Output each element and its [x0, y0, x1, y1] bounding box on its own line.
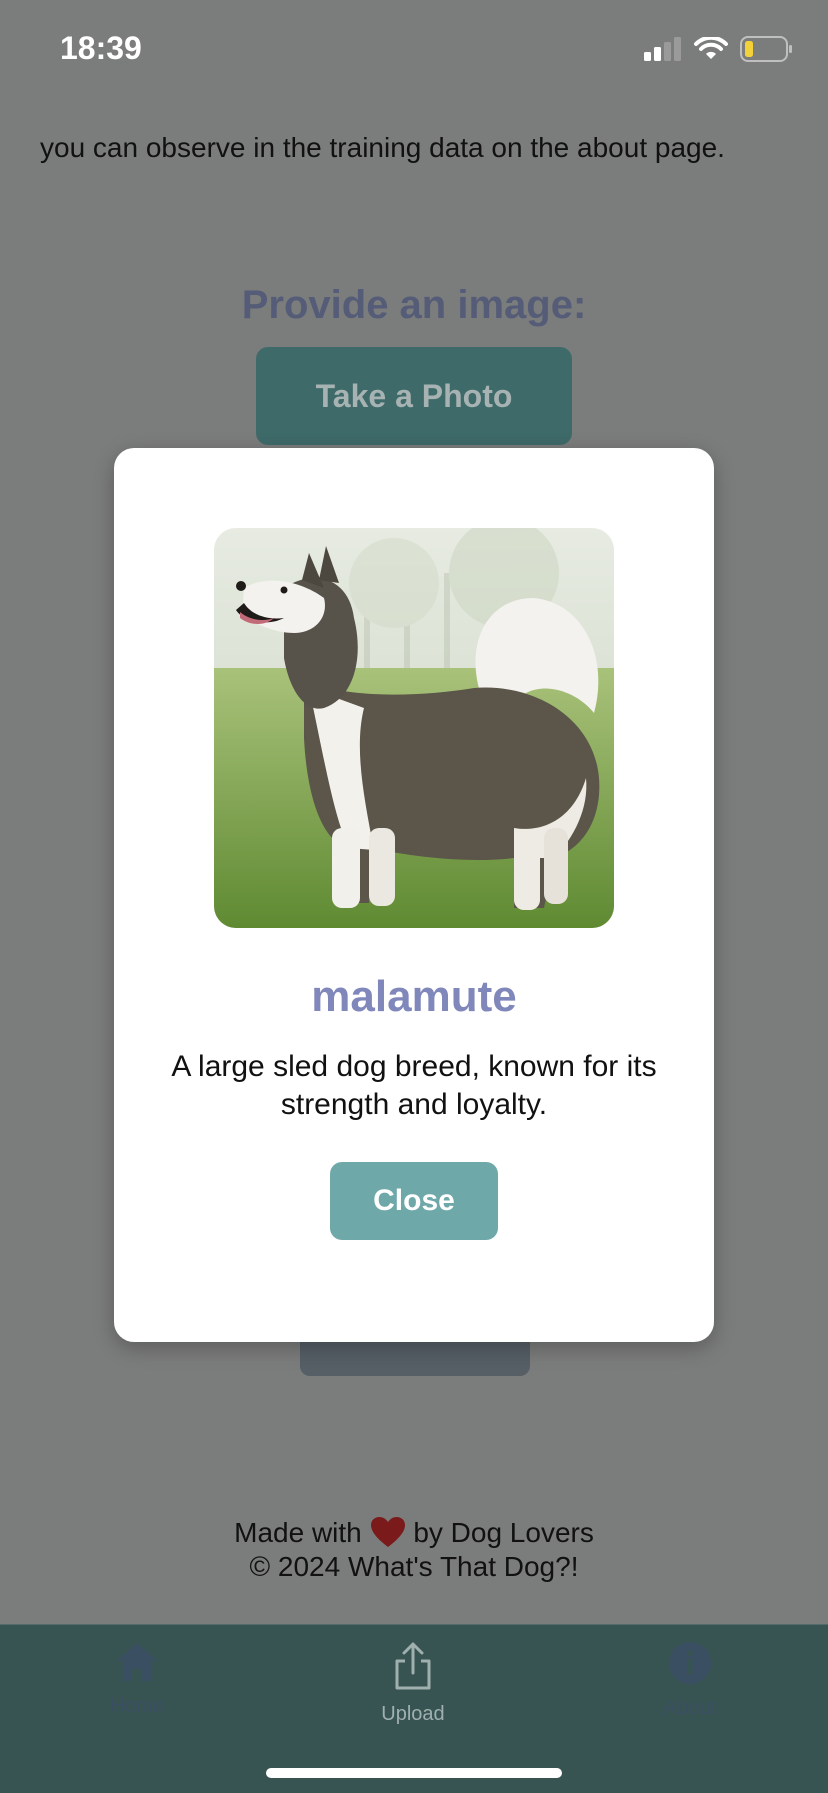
footer-made-with: Made with by Dog Lovers [0, 1516, 828, 1550]
tab-home[interactable]: Home [67, 1641, 207, 1718]
tab-about-label: About [663, 1697, 717, 1719]
battery-icon [740, 36, 792, 62]
result-modal: malamute A large sled dog breed, known f… [114, 448, 714, 1342]
tab-home-label: Home [110, 1695, 164, 1717]
footer: Made with by Dog Lovers © 2024 What's Th… [0, 1516, 828, 1584]
home-indicator [266, 1768, 562, 1778]
cellular-signal-icon [644, 37, 681, 61]
heart-icon [370, 1517, 405, 1547]
status-icons [644, 36, 794, 62]
footer-made-with-suffix: by Dog Lovers [413, 1517, 594, 1548]
breed-name: malamute [311, 972, 517, 1021]
wifi-icon [694, 37, 728, 59]
provide-image-heading: Provide an image: [241, 283, 587, 327]
take-photo-button[interactable]: Take a Photo [256, 347, 572, 445]
breed-description: A large sled dog breed, known for its st… [171, 1050, 657, 1121]
tab-upload[interactable]: Upload [343, 1641, 483, 1726]
tab-upload-label: Upload [381, 1703, 445, 1725]
intro-text: you can observe in the training data on … [40, 132, 725, 163]
status-bar: 18:39 [0, 0, 828, 100]
status-time: 18:39 [60, 30, 142, 66]
home-icon [117, 1643, 157, 1681]
footer-made-with-prefix: Made with [234, 1517, 362, 1548]
dog-photo [214, 528, 614, 928]
tab-about[interactable]: About [620, 1641, 760, 1720]
upload-icon [395, 1642, 431, 1690]
close-button[interactable]: Close [330, 1162, 498, 1240]
footer-copyright: © 2024 What's That Dog?! [249, 1551, 579, 1582]
info-icon [669, 1642, 711, 1684]
